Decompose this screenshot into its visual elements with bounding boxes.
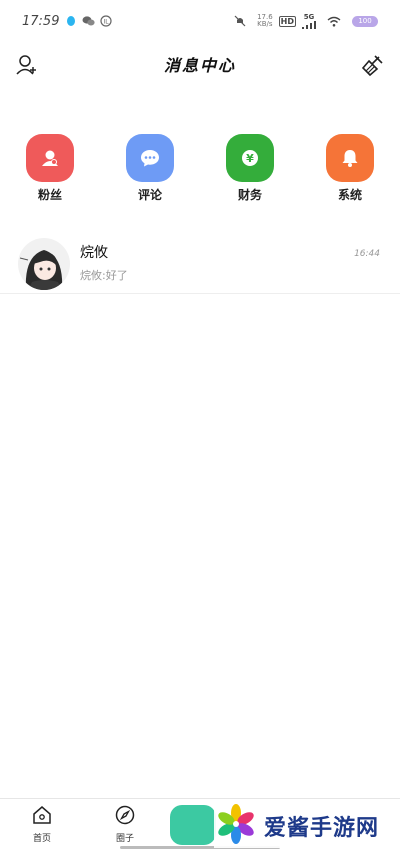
status-bar: 17:59 IL 17.6 KB/s HD 5G 100	[0, 0, 400, 42]
clear-broom-icon[interactable]	[360, 52, 386, 78]
nav-circle[interactable]: 圈子	[105, 805, 145, 844]
category-finance-label: 财务	[237, 188, 262, 202]
page-title: 消息中心	[163, 56, 236, 75]
category-fans-label: 粉丝	[37, 188, 62, 202]
net-speed-unit: KB/s	[257, 20, 273, 28]
conversation-preview: 烷攸:好了	[80, 269, 128, 282]
pinwheel-logo-icon	[214, 802, 258, 850]
nav-home[interactable]: 首页	[22, 805, 62, 844]
conversation-item[interactable]: 烷攸 烷攸:好了 16:44	[0, 236, 400, 294]
svg-text:¥: ¥	[246, 152, 254, 165]
conversation-time: 16:44	[354, 249, 380, 259]
bell-icon	[326, 134, 374, 182]
nav-circle-label: 圈子	[115, 834, 134, 844]
conversation-name: 烷攸	[80, 245, 108, 261]
signal-label: 5G	[303, 12, 315, 21]
comment-icon	[126, 134, 174, 182]
svg-text:IL: IL	[104, 19, 110, 26]
battery-indicator: 100	[352, 15, 378, 27]
add-user-icon[interactable]	[14, 52, 40, 78]
home-icon	[32, 805, 52, 829]
message-categories: 粉丝 评论 ¥ 财务 系统	[0, 134, 400, 203]
qq-icon	[65, 15, 77, 27]
mute-icon	[234, 15, 246, 27]
watermark-text: 爱酱手游网	[264, 816, 380, 841]
wechat-icon	[82, 15, 96, 27]
avatar	[18, 238, 70, 290]
watermark: 爱酱手游网	[214, 802, 380, 850]
yuan-icon: ¥	[226, 134, 274, 182]
signal-icon: 5G	[302, 12, 316, 29]
status-time: 17:59	[22, 13, 60, 29]
wifi-icon	[327, 16, 341, 27]
category-system[interactable]: 系统	[325, 134, 375, 203]
category-fans[interactable]: 粉丝	[25, 134, 75, 203]
category-comment[interactable]: 评论	[125, 134, 175, 203]
publish-button[interactable]	[170, 805, 216, 845]
category-finance[interactable]: ¥ 财务	[225, 134, 275, 203]
category-comment-label: 评论	[137, 188, 162, 202]
notification-badge-icon: IL	[100, 15, 113, 27]
fans-icon	[26, 134, 74, 182]
header-bar: 消息中心	[0, 44, 400, 84]
hd-badge: HD	[278, 15, 296, 27]
net-speed: 17.6 KB/s	[257, 14, 273, 28]
category-system-label: 系统	[337, 188, 362, 202]
nav-home-label: 首页	[32, 834, 51, 844]
compass-icon	[115, 805, 135, 829]
